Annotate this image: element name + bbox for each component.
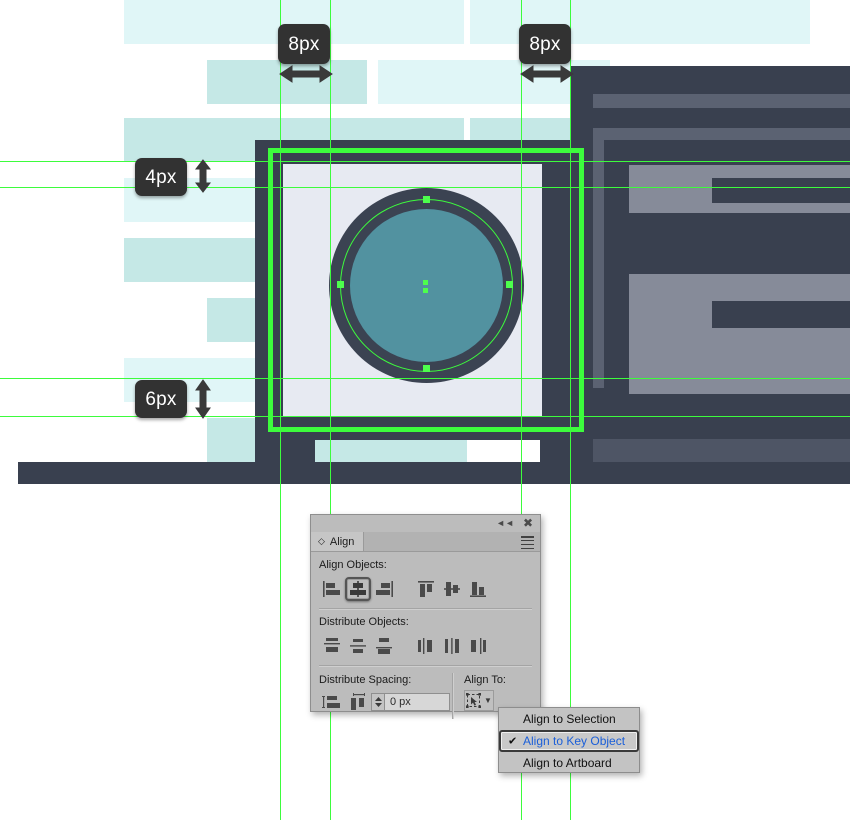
panel-tab-row[interactable]: ◇ Align xyxy=(311,532,540,552)
anchor-point-top[interactable] xyxy=(423,196,430,203)
selection-path-circle[interactable] xyxy=(340,199,513,372)
align-to-button[interactable]: ▼ xyxy=(464,690,494,711)
chevron-down-icon[interactable]: ▼ xyxy=(484,696,492,705)
distribute-vertical-bottom-icon[interactable] xyxy=(371,634,397,658)
align-vertical-center-icon[interactable] xyxy=(439,577,465,601)
distribute-vertical-top-icon[interactable] xyxy=(319,634,345,658)
menu-item-label: Align to Selection xyxy=(523,712,616,726)
tab-align-label: Align xyxy=(329,535,355,548)
distribute-horizontal-left-icon[interactable] xyxy=(413,634,439,658)
align-left-icon[interactable] xyxy=(319,577,345,601)
distribute-horizontal-spacing-icon[interactable] xyxy=(345,690,371,714)
tab-align[interactable]: ◇ Align xyxy=(311,532,365,551)
measurement-badge-8px-left: 8px xyxy=(278,24,330,64)
align-horizontal-center-icon[interactable] xyxy=(345,577,371,601)
distribute-objects-label: Distribute Objects: xyxy=(319,616,409,628)
check-icon: ✔ xyxy=(508,735,518,748)
spacing-input[interactable]: 0 px xyxy=(384,693,450,711)
distribute-horizontal-right-icon[interactable] xyxy=(465,634,491,658)
align-to-key-object-icon xyxy=(466,692,482,708)
center-mark-lower xyxy=(423,288,428,293)
section-divider xyxy=(319,608,532,610)
spacing-stepper[interactable] xyxy=(371,693,384,711)
align-right-icon[interactable] xyxy=(371,577,397,601)
vertical-guide xyxy=(280,0,281,820)
cyan-bar xyxy=(624,0,810,44)
measurement-badge-6px: 6px xyxy=(135,380,187,418)
menu-item-align-to-artboard[interactable]: Align to Artboard xyxy=(499,752,639,774)
anchor-point-bottom[interactable] xyxy=(423,365,430,372)
distribute-objects-button-row xyxy=(319,632,532,660)
align-objects-label: Align Objects: xyxy=(319,559,387,571)
mock-dark-bar xyxy=(712,178,850,203)
align-bottom-icon[interactable] xyxy=(465,577,491,601)
measurement-badge-8px-right: 8px xyxy=(519,24,571,64)
mock-gray-bar xyxy=(593,94,850,108)
vertical-guide xyxy=(570,0,571,820)
close-icon[interactable]: ✖ xyxy=(523,515,533,532)
align-panel[interactable]: ◄◄ ✖ ◇ Align Align Objects: Distribute O… xyxy=(310,514,541,719)
distribute-spacing-label: Distribute Spacing: xyxy=(319,674,412,686)
center-mark-upper xyxy=(423,280,428,285)
horizontal-arrow-right xyxy=(520,65,574,83)
panel-body: Align Objects: Distribute Objects: Distr… xyxy=(311,552,540,719)
distribute-vertical-center-icon[interactable] xyxy=(345,634,371,658)
mock-light-block xyxy=(629,274,850,394)
menu-item-align-to-key-object[interactable]: ✔ Align to Key Object xyxy=(499,730,639,752)
align-objects-button-row xyxy=(319,575,532,603)
menu-item-label: Align to Key Object xyxy=(523,734,626,748)
align-to-dropdown-menu[interactable]: Align to Selection ✔ Align to Key Object… xyxy=(498,707,640,773)
horizontal-arrow-left xyxy=(279,65,333,83)
distribute-horizontal-center-icon[interactable] xyxy=(439,634,465,658)
mock-dark-bar-2 xyxy=(712,301,850,328)
hamburger-menu-icon[interactable] xyxy=(521,536,534,552)
panel-titlebar[interactable]: ◄◄ ✖ xyxy=(311,515,540,532)
section-divider xyxy=(319,665,532,667)
mock-bottom-strip xyxy=(18,462,850,484)
measurement-badge-4px: 4px xyxy=(135,158,187,196)
align-to-label: Align To: xyxy=(464,674,506,686)
anchor-point-left[interactable] xyxy=(337,281,344,288)
vertical-arrow-6px xyxy=(195,379,211,419)
align-top-icon[interactable] xyxy=(413,577,439,601)
vertical-arrow-4px xyxy=(194,159,212,193)
distribute-vertical-spacing-icon[interactable] xyxy=(319,690,345,714)
collapse-double-left-icon[interactable]: ◄◄ xyxy=(496,515,514,532)
diamond-icon: ◇ xyxy=(318,536,325,546)
menu-item-label: Align to Artboard xyxy=(523,756,612,770)
spacing-input-value: 0 px xyxy=(390,696,411,708)
anchor-point-right[interactable] xyxy=(506,281,513,288)
distribute-spacing-row: 0 px xyxy=(319,690,452,714)
menu-item-align-to-selection[interactable]: Align to Selection xyxy=(499,708,639,730)
